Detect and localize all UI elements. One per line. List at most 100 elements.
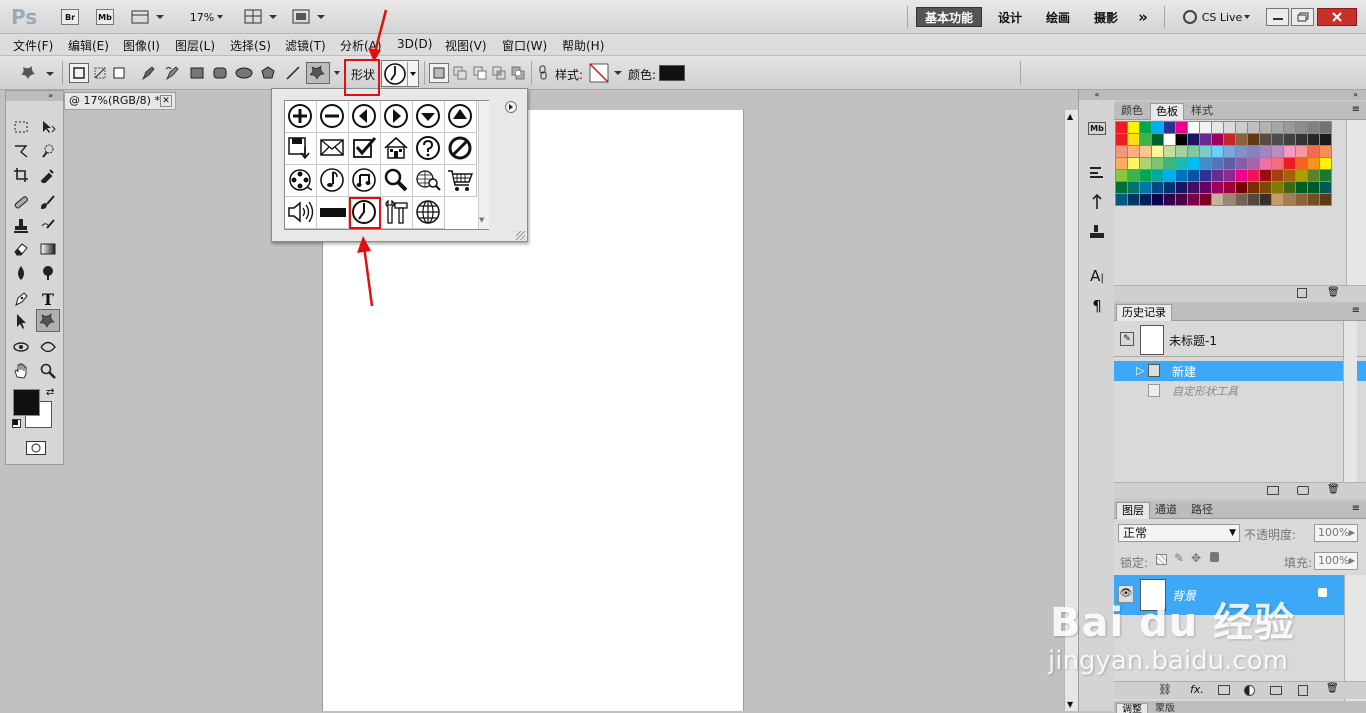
menu-file[interactable]: 文件(F) — [13, 37, 53, 54]
menu-analysis[interactable]: 分析(A) — [340, 37, 382, 54]
document-tab[interactable]: @ 17%(RGB/8) * ✕ — [64, 92, 176, 110]
minibridge-button[interactable]: Mb — [96, 9, 114, 25]
default-colors-icon[interactable] — [12, 419, 21, 428]
shape-cell-plus-circle[interactable] — [285, 101, 317, 133]
swatch[interactable] — [1283, 193, 1296, 206]
picker-menu-button[interactable] — [505, 101, 517, 113]
swatch[interactable] — [1223, 157, 1236, 170]
shape-cell-web-search[interactable] — [413, 165, 445, 197]
swatch[interactable] — [1187, 169, 1200, 182]
tab-paths[interactable]: 路径 — [1186, 502, 1218, 519]
swatch[interactable] — [1127, 121, 1140, 134]
swatch[interactable] — [1235, 145, 1248, 158]
cs-live-button[interactable]: CS Live — [1178, 9, 1256, 25]
blur-tool[interactable] — [10, 263, 32, 283]
shape-cell-clock[interactable] — [349, 197, 381, 229]
lock-position-icon[interactable]: ✥ — [1191, 551, 1201, 565]
lasso-tool[interactable] — [10, 141, 32, 161]
shape-cell-arrow-right-circle[interactable] — [381, 101, 413, 133]
fill-pixels-mode-button[interactable] — [110, 63, 128, 83]
swatch[interactable] — [1295, 121, 1308, 134]
swatch[interactable] — [1271, 169, 1284, 182]
delete-swatch-icon[interactable]: 🗑 — [1327, 287, 1340, 298]
swatch[interactable] — [1271, 121, 1284, 134]
swatch[interactable] — [1151, 121, 1164, 134]
swatch[interactable] — [1307, 121, 1320, 134]
lock-pixels-icon[interactable]: ✎ — [1174, 551, 1184, 565]
shape-cell-music-notes-circle[interactable] — [349, 165, 381, 197]
swatch[interactable] — [1151, 169, 1164, 182]
swatch[interactable] — [1319, 181, 1332, 194]
dock-collapse-handle[interactable]: « — [1079, 90, 1115, 100]
swatch[interactable] — [1271, 145, 1284, 158]
swatch[interactable] — [1187, 121, 1200, 134]
swatch[interactable] — [1223, 193, 1236, 206]
swatch[interactable] — [1163, 169, 1176, 182]
swatch[interactable] — [1247, 169, 1260, 182]
swatch[interactable] — [1271, 133, 1284, 146]
swatch[interactable] — [1163, 121, 1176, 134]
menu-help[interactable]: 帮助(H) — [562, 37, 604, 54]
swatch[interactable] — [1283, 145, 1296, 158]
tab-adjustments[interactable]: 调整 — [1116, 703, 1148, 713]
swatch[interactable] — [1211, 157, 1224, 170]
swatch[interactable] — [1235, 193, 1248, 206]
opacity-input[interactable]: 100% ▶ — [1314, 524, 1358, 542]
pen-tool[interactable] — [10, 289, 32, 309]
hand-tool[interactable] — [10, 361, 32, 381]
layer-style-fx-icon[interactable]: fx. — [1190, 683, 1204, 696]
swatch[interactable] — [1247, 133, 1260, 146]
picker-scroll-down[interactable]: ▼ — [479, 216, 484, 224]
menu-select[interactable]: 选择(S) — [230, 37, 271, 54]
custom-shape-tool-button[interactable] — [306, 62, 330, 84]
3d-orbit-tool[interactable] — [37, 337, 59, 357]
history-item-new[interactable]: ▷ 新建 — [1114, 361, 1366, 381]
swatch[interactable] — [1307, 193, 1320, 206]
shape-cell-floppy-save[interactable] — [285, 133, 317, 165]
swatch[interactable] — [1235, 169, 1248, 182]
panel-menu-icon[interactable]: ≡ — [1352, 503, 1360, 514]
swatch[interactable] — [1139, 169, 1152, 182]
swatch[interactable] — [1307, 145, 1320, 158]
swatch[interactable] — [1151, 193, 1164, 206]
swatch[interactable] — [1199, 169, 1212, 182]
shape-cell-arrow-down-circle[interactable] — [413, 101, 445, 133]
swatch[interactable] — [1247, 193, 1260, 206]
swatch[interactable] — [1175, 121, 1188, 134]
link-layer-style-button[interactable] — [536, 63, 550, 83]
subtract-from-shape-area-button[interactable] — [471, 63, 489, 83]
swatch[interactable] — [1259, 169, 1272, 182]
swatch[interactable] — [1163, 145, 1176, 158]
swatch[interactable] — [1115, 133, 1128, 146]
tab-color[interactable]: 颜色 — [1116, 103, 1148, 120]
bridge-button[interactable]: Br — [61, 9, 79, 25]
history-scrollbar[interactable] — [1343, 321, 1357, 482]
path-selection-tool[interactable] — [10, 311, 32, 331]
swatch[interactable] — [1139, 181, 1152, 194]
shape-cell-arrow-up-circle[interactable] — [445, 101, 477, 133]
menu-edit[interactable]: 编辑(E) — [68, 37, 109, 54]
swatch[interactable] — [1259, 121, 1272, 134]
pen-tool-button[interactable] — [138, 63, 158, 83]
swatch[interactable] — [1163, 157, 1176, 170]
workspace-essentials[interactable]: 基本功能 — [916, 7, 982, 27]
panels-collapse-handle[interactable]: » — [1114, 90, 1366, 100]
move-tool[interactable] — [37, 117, 59, 137]
swatch[interactable] — [1307, 169, 1320, 182]
swatch[interactable] — [1115, 169, 1128, 182]
swap-colors-icon[interactable]: ⇄ — [46, 387, 54, 398]
zoom-level-dropdown[interactable]: 17% — [186, 9, 230, 25]
shape-cell-music-note-circle[interactable] — [317, 165, 349, 197]
menu-window[interactable]: 窗口(W) — [502, 37, 547, 54]
shape-cell-no-sign[interactable] — [445, 133, 477, 165]
swatch[interactable] — [1175, 145, 1188, 158]
swatch[interactable] — [1307, 157, 1320, 170]
more-workspaces-icon[interactable]: » — [1132, 7, 1154, 27]
restore-button[interactable] — [1291, 8, 1314, 26]
swatch[interactable] — [1127, 181, 1140, 194]
menu-image[interactable]: 图像(I) — [123, 37, 160, 54]
adjustment-layer-icon[interactable] — [1244, 685, 1255, 696]
swatch[interactable] — [1295, 181, 1308, 194]
swatch[interactable] — [1259, 181, 1272, 194]
swatch[interactable] — [1259, 145, 1272, 158]
